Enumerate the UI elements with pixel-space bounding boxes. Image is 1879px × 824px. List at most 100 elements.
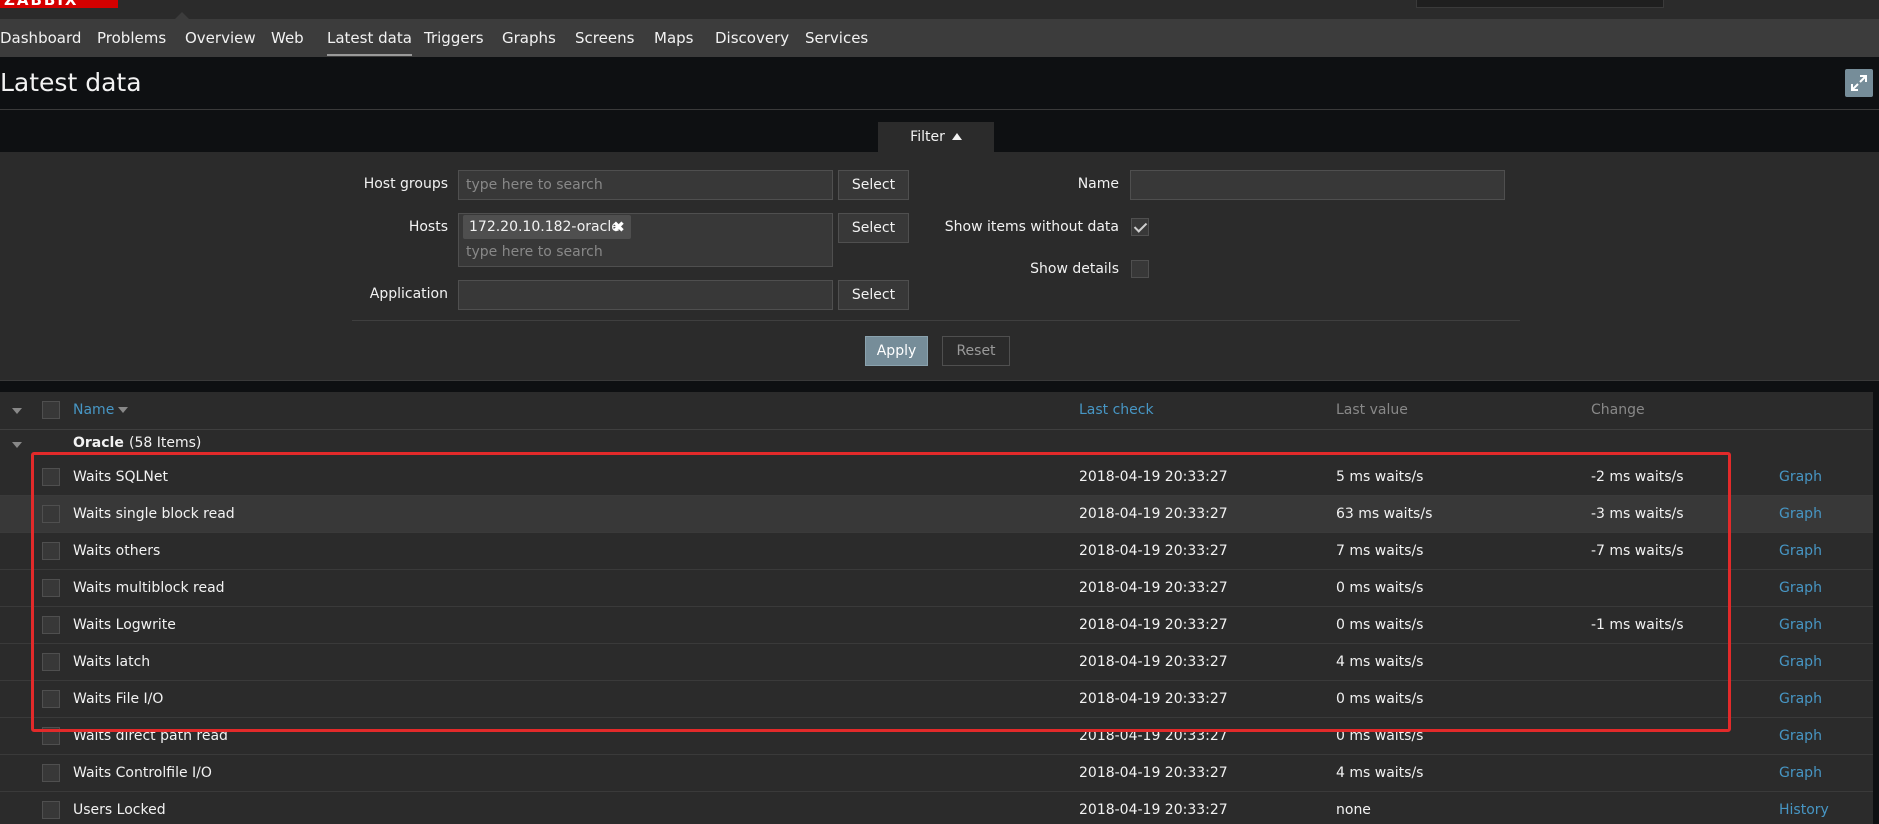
row-action-link[interactable]: Graph bbox=[1779, 755, 1822, 792]
row-action-link[interactable]: Graph bbox=[1779, 644, 1822, 681]
host-groups-input[interactable]: type here to search bbox=[458, 170, 833, 200]
row-checkbox[interactable] bbox=[42, 579, 60, 597]
item-name: Waits Controlfile I/O bbox=[73, 765, 212, 781]
filter-toggle-tab[interactable]: Filter bbox=[878, 122, 994, 152]
row-checkbox[interactable] bbox=[42, 690, 60, 708]
change-value: -1 ms waits/s bbox=[1591, 617, 1684, 633]
top-header: ZABBIX bbox=[0, 0, 1879, 19]
row-action-link[interactable]: Graph bbox=[1779, 607, 1822, 644]
main-nav: Dashboard Problems Overview Web Latest d… bbox=[0, 19, 1879, 57]
collapse-all-icon[interactable] bbox=[12, 408, 22, 414]
row-checkbox[interactable] bbox=[42, 468, 60, 486]
table-row: Waits File I/O 2018-04-19 20:33:27 0 ms wa… bbox=[0, 681, 1873, 718]
table-header: Name Last check Last value Change bbox=[0, 392, 1873, 430]
nav-dashboard[interactable]: Dashboard bbox=[0, 19, 81, 57]
table-row: Waits direct path read 2018-04-19 20:33:2… bbox=[0, 718, 1873, 755]
expand-icon bbox=[1851, 75, 1867, 91]
nav-problems[interactable]: Problems bbox=[97, 19, 166, 57]
change-value: -3 ms waits/s bbox=[1591, 506, 1684, 522]
last-check: 2018-04-19 20:33:27 bbox=[1079, 765, 1228, 781]
reset-button[interactable]: Reset bbox=[942, 336, 1010, 366]
fullscreen-button[interactable] bbox=[1845, 69, 1873, 97]
row-checkbox[interactable] bbox=[42, 727, 60, 745]
group-count: (58 Items) bbox=[129, 435, 202, 451]
host-groups-select-button[interactable]: Select bbox=[838, 170, 909, 200]
change-value: -2 ms waits/s bbox=[1591, 469, 1684, 485]
name-label: Name bbox=[1077, 176, 1119, 192]
name-column-header[interactable]: Name bbox=[73, 392, 129, 429]
last-value: 0 ms waits/s bbox=[1336, 580, 1424, 596]
header-truncated-text bbox=[175, 0, 485, 4]
row-action-link[interactable]: History bbox=[1779, 792, 1829, 824]
hosts-select-button[interactable]: Select bbox=[838, 213, 909, 243]
nav-graphs[interactable]: Graphs bbox=[502, 19, 556, 57]
row-checkbox[interactable] bbox=[42, 764, 60, 782]
zabbix-logo[interactable]: ZABBIX bbox=[0, 0, 118, 9]
last-value: 4 ms waits/s bbox=[1336, 654, 1424, 670]
application-input[interactable] bbox=[458, 280, 833, 310]
last-check: 2018-04-19 20:33:27 bbox=[1079, 506, 1228, 522]
select-all-checkbox[interactable] bbox=[42, 401, 60, 419]
hosts-label: Hosts bbox=[408, 219, 448, 235]
nav-web[interactable]: Web bbox=[271, 19, 304, 57]
last-check: 2018-04-19 20:33:27 bbox=[1079, 802, 1228, 818]
row-action-link[interactable]: Graph bbox=[1779, 533, 1822, 570]
last-check: 2018-04-19 20:33:27 bbox=[1079, 728, 1228, 744]
last-value: 7 ms waits/s bbox=[1336, 543, 1424, 559]
application-label: Application bbox=[369, 286, 448, 302]
nav-triggers[interactable]: Triggers bbox=[424, 19, 484, 57]
show-details-checkbox[interactable] bbox=[1131, 260, 1149, 278]
item-name: Waits Logwrite bbox=[73, 617, 176, 633]
application-select-button[interactable]: Select bbox=[838, 280, 909, 310]
last-value: 0 ms waits/s bbox=[1336, 728, 1424, 744]
row-checkbox[interactable] bbox=[42, 542, 60, 560]
nav-services[interactable]: Services bbox=[805, 19, 868, 57]
hosts-placeholder: type here to search bbox=[466, 244, 603, 260]
row-action-link[interactable]: Graph bbox=[1779, 496, 1822, 533]
menu-pointer bbox=[175, 12, 189, 19]
remove-tag-icon[interactable]: ✖ bbox=[612, 215, 625, 239]
name-input[interactable] bbox=[1130, 170, 1505, 200]
checkmark-icon bbox=[1133, 219, 1148, 233]
host-groups-label: Host groups bbox=[363, 176, 448, 192]
apply-button[interactable]: Apply bbox=[865, 336, 928, 366]
sort-desc-icon bbox=[118, 407, 129, 413]
last-value-column-header: Last value bbox=[1336, 402, 1408, 418]
last-value: 0 ms waits/s bbox=[1336, 691, 1424, 707]
item-name: Waits others bbox=[73, 543, 161, 559]
change-column-header: Change bbox=[1591, 402, 1645, 418]
name-header-label: Name bbox=[73, 402, 115, 418]
filter-divider bbox=[352, 320, 1520, 321]
last-value: 5 ms waits/s bbox=[1336, 469, 1424, 485]
last-value: 0 ms waits/s bbox=[1336, 617, 1424, 633]
filter-tab-label: Filter bbox=[910, 129, 945, 145]
row-checkbox[interactable] bbox=[42, 616, 60, 634]
show-details-label: Show details bbox=[1030, 261, 1119, 277]
show-items-without-data-checkbox[interactable] bbox=[1131, 218, 1149, 236]
row-action-link[interactable]: Graph bbox=[1779, 570, 1822, 607]
nav-maps[interactable]: Maps bbox=[654, 19, 693, 57]
row-action-link[interactable]: Graph bbox=[1779, 681, 1822, 718]
nav-screens[interactable]: Screens bbox=[575, 19, 634, 57]
latest-data-table: Name Last check Last value Change Oracle… bbox=[0, 392, 1873, 824]
row-action-link[interactable]: Graph bbox=[1779, 718, 1822, 755]
global-search-input[interactable] bbox=[1416, 0, 1664, 8]
last-check: 2018-04-19 20:33:27 bbox=[1079, 617, 1228, 633]
last-check-column-header[interactable]: Last check bbox=[1079, 392, 1154, 429]
nav-latest-data[interactable]: Latest data bbox=[327, 19, 412, 57]
item-name: Waits File I/O bbox=[73, 691, 164, 707]
table-row: Waits multiblock read 2018-04-19 20:33:27… bbox=[0, 570, 1873, 607]
last-check: 2018-04-19 20:33:27 bbox=[1079, 654, 1228, 670]
collapse-group-icon[interactable] bbox=[12, 442, 22, 448]
nav-discovery[interactable]: Discovery bbox=[715, 19, 789, 57]
nav-overview[interactable]: Overview bbox=[185, 19, 256, 57]
row-checkbox[interactable] bbox=[42, 653, 60, 671]
change-value: -7 ms waits/s bbox=[1591, 543, 1684, 559]
item-name: Waits single block read bbox=[73, 506, 235, 522]
row-action-link[interactable]: Graph bbox=[1779, 459, 1822, 496]
logo-text: ZABBIX bbox=[4, 0, 79, 9]
row-checkbox[interactable] bbox=[42, 801, 60, 819]
table-row: Waits SQLNet 2018-04-19 20:33:27 5 ms wait… bbox=[0, 459, 1873, 496]
row-checkbox[interactable] bbox=[42, 505, 60, 523]
item-name: Waits direct path read bbox=[73, 728, 228, 744]
